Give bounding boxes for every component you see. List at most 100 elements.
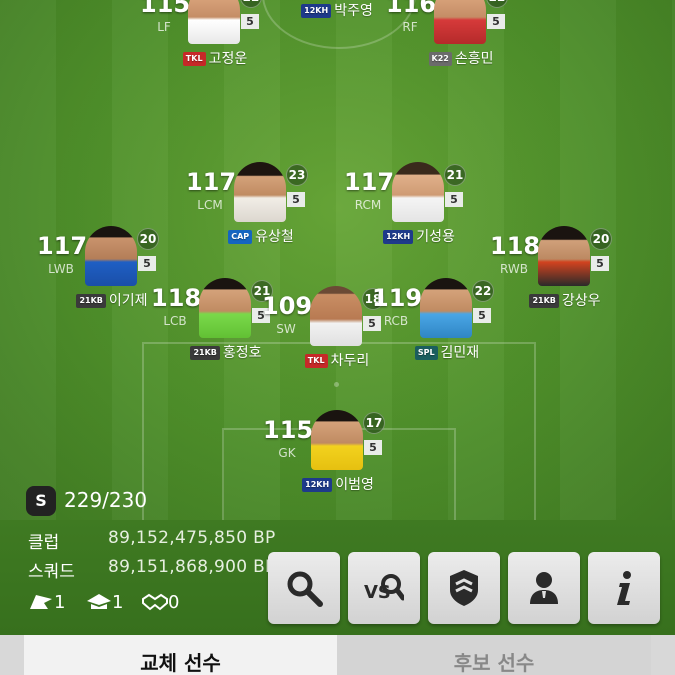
player-position: RCB [383, 314, 409, 328]
player-bp-badge: 23 [286, 164, 308, 186]
player-ovr: 117 [186, 168, 237, 196]
player-name: 유상철 [255, 229, 294, 245]
season-badge: K22 [428, 52, 452, 66]
player-level: 5 [445, 192, 463, 207]
player-name: 김민재 [440, 345, 480, 361]
player-bp-badge: 20 [137, 228, 159, 250]
player-position: SW [276, 322, 296, 336]
player-card-rcb[interactable]: 119 RCB 22 5 SPL 김민재 [372, 278, 522, 378]
season-badge: 21KB [76, 294, 106, 308]
player-card-rf[interactable]: 116 RF 22 5 K22손흥민 [386, 0, 536, 84]
player-card-gk[interactable]: 115 GK 17 5 12KH 이범영 [263, 410, 413, 510]
cap-icon [87, 594, 111, 609]
player-position: RCM [354, 198, 382, 212]
squad-info-panel: S 229/230 클럽 89,152,475,850 BP 스쿼드 89,15… [0, 486, 675, 635]
player-bp-badge: 22 [472, 280, 494, 302]
tab-substitutes[interactable]: 교체 선수 [24, 635, 337, 675]
player-card-rcm[interactable]: 117 RCM 21 5 12KH 기성용 [344, 162, 494, 262]
compare-button[interactable]: VS [348, 552, 420, 624]
player-ovr: 115 [263, 416, 314, 444]
tab-reserves[interactable]: 후보 선수 [337, 635, 651, 675]
player-ovr: 117 [37, 232, 88, 260]
player-level: 5 [487, 14, 505, 29]
player-ovr: 117 [344, 168, 395, 196]
pitch: 115 LF 22 5 TKL고정운 12KH박주영 116 RF 22 5 K… [0, 0, 675, 544]
player-ovr: 118 [490, 232, 541, 260]
player-bp-badge: 22 [486, 0, 508, 8]
player-photo [420, 278, 472, 338]
player-photo [199, 278, 251, 338]
player-name: 기성용 [416, 229, 455, 245]
season-badge: CAP [228, 230, 253, 244]
team-color-count: 1 [86, 592, 123, 613]
player-position: GK [278, 446, 296, 460]
vs-search-icon: VS [364, 574, 404, 603]
player-name: 강상우 [561, 293, 601, 309]
season-badge: TKL [182, 52, 206, 66]
player-photo [538, 226, 590, 286]
season-badge: 12KH [301, 4, 332, 18]
player-photo [392, 162, 444, 222]
player-ovr: 116 [386, 0, 437, 18]
player-name: 홍정호 [222, 345, 262, 361]
info-icon [617, 571, 631, 605]
club-value: 89,152,475,850 BP [108, 528, 276, 548]
player-bp-badge: 20 [590, 228, 612, 250]
handshake-icon [142, 593, 168, 611]
player-bp-badge: 17 [363, 412, 385, 434]
player-ovr: 115 [140, 0, 191, 18]
player-level: 5 [287, 192, 305, 207]
team-color-count: 0 [142, 592, 179, 613]
player-position: LF [157, 20, 171, 34]
team-badge-icon [450, 570, 478, 606]
season-badge: SPL [414, 346, 438, 360]
player-position: LCM [197, 198, 223, 212]
player-photo [85, 226, 137, 286]
player-bp-badge: 22 [240, 0, 262, 8]
player-ovr: 119 [372, 284, 423, 312]
player-photo [311, 410, 363, 470]
season-badge: 12KH [383, 230, 414, 244]
search-button[interactable] [268, 552, 340, 624]
player-name: 이범영 [335, 477, 374, 493]
salary-cap-value: 229/230 [64, 488, 148, 512]
player-level: 5 [241, 14, 259, 29]
player-name: 손흥민 [454, 51, 494, 67]
flag-icon [30, 595, 52, 609]
player-photo [188, 0, 240, 44]
player-position: RF [402, 20, 418, 34]
player-photo [234, 162, 286, 222]
season-badge: 12KH [302, 478, 333, 492]
player-photo [434, 0, 486, 44]
team-color-count: 1 [28, 592, 65, 613]
player-card-lcm[interactable]: 117 LCM 23 5 CAP 유상철 [186, 162, 336, 262]
player-level: 5 [138, 256, 156, 271]
player-level: 5 [473, 308, 491, 323]
bench-tabs: 교체 선수 후보 선수 [0, 635, 675, 675]
player-name: 박주영 [334, 3, 373, 19]
player-bp-badge: 21 [444, 164, 466, 186]
info-button[interactable] [588, 552, 660, 624]
player-level: 5 [591, 256, 609, 271]
salary-cap-icon: S [26, 486, 56, 516]
search-icon [287, 571, 323, 607]
player-photo [310, 286, 362, 346]
season-badge: 21KB [529, 294, 559, 308]
squad-value-label: 스쿼드 [28, 562, 75, 582]
club-value-label: 클럽 [28, 533, 60, 553]
player-position: RWB [500, 262, 528, 276]
player-name: 고정운 [208, 51, 248, 67]
team-chemistry-button[interactable] [428, 552, 500, 624]
season-badge: 21KB [190, 346, 220, 360]
manager-button[interactable] [508, 552, 580, 624]
player-name: 차두리 [330, 353, 370, 369]
squad-value: 89,151,868,900 BP [108, 557, 276, 577]
player-position: LCB [163, 314, 187, 328]
player-ovr: 118 [151, 284, 202, 312]
season-badge: TKL [304, 354, 328, 368]
player-position: LWB [48, 262, 74, 276]
manager-icon [530, 572, 558, 604]
player-name: 이기제 [108, 293, 148, 309]
player-ovr: 109 [262, 292, 313, 320]
player-level: 5 [364, 440, 382, 455]
